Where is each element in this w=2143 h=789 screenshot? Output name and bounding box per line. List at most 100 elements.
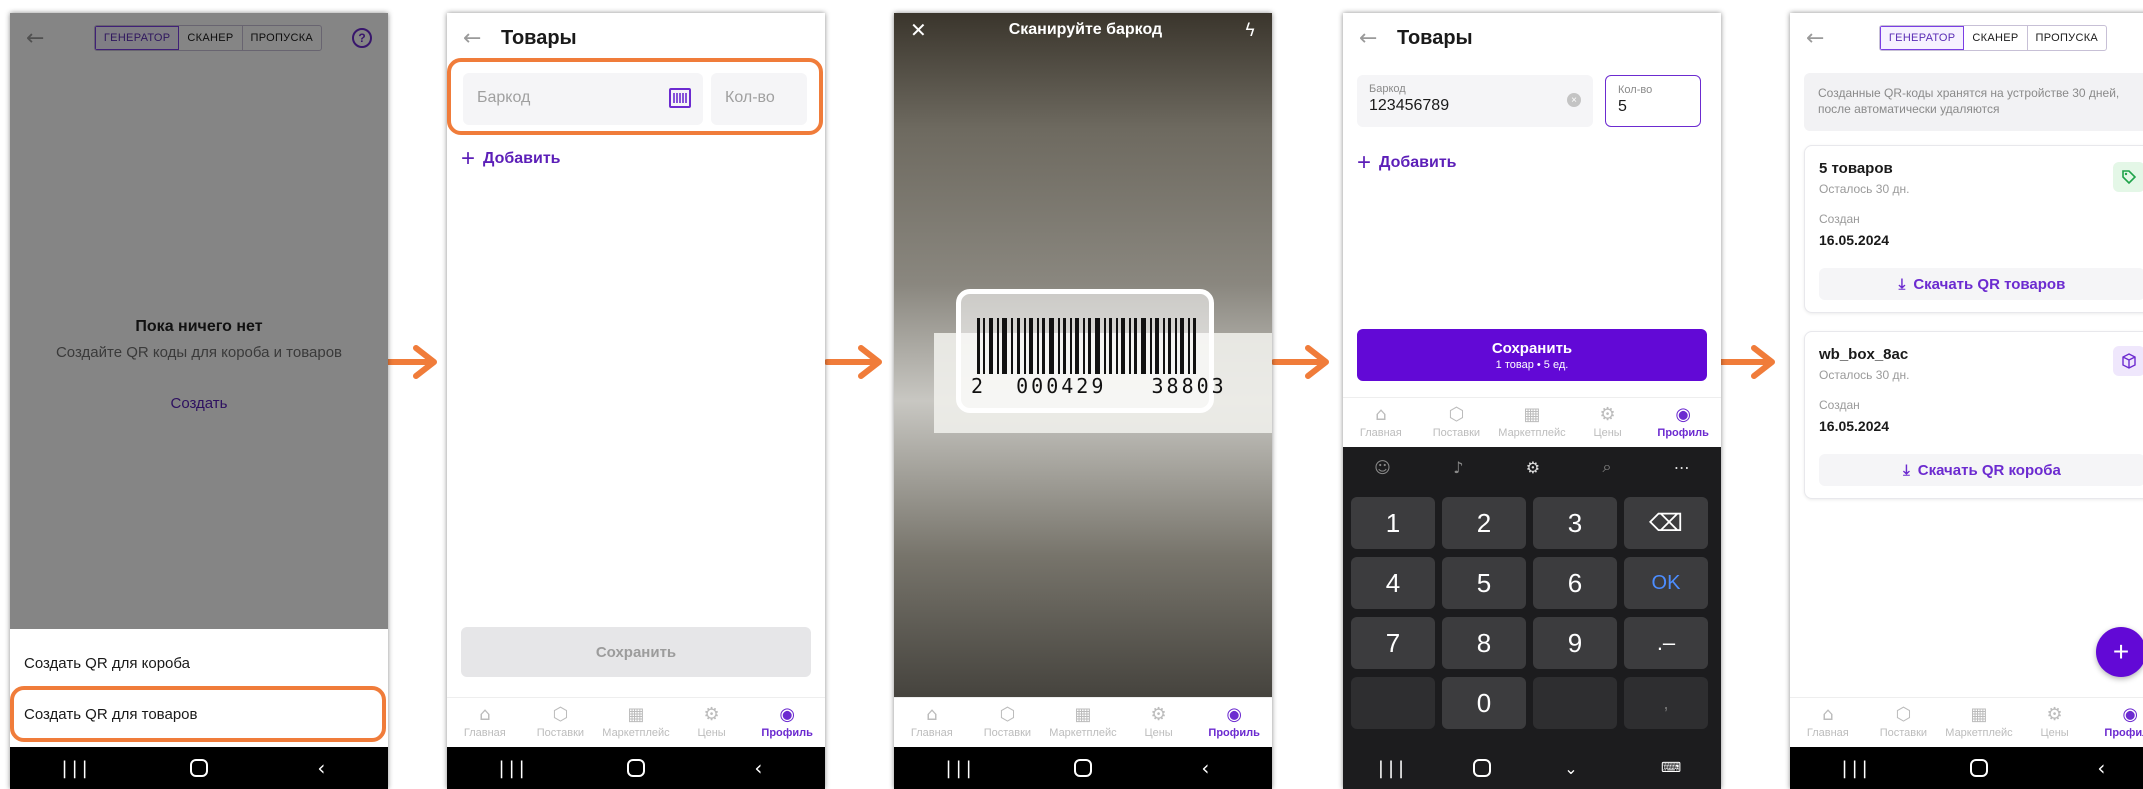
tab-home-label: Главная (910, 727, 953, 739)
system-back-icon[interactable]: ‹ (301, 756, 341, 780)
mic-icon[interactable]: ♪ (1453, 458, 1463, 477)
tab-passes[interactable]: ПРОПУСКА (2028, 26, 2107, 50)
tab-profile-label: Профиль (1208, 727, 1260, 739)
system-back-icon[interactable]: ‹ (738, 756, 778, 780)
add-label: Добавить (483, 150, 561, 167)
tab-profile[interactable]: ◉ Профиль (752, 706, 822, 740)
home-icon[interactable] (1969, 759, 1988, 777)
tab-home[interactable]: ⌂ Главная (1346, 406, 1416, 440)
more-icon[interactable]: ⋯ (1674, 458, 1690, 477)
tab-prices[interactable]: ⚙ Цены (1124, 706, 1194, 740)
clear-icon[interactable]: × (1567, 93, 1581, 107)
back-arrow-icon[interactable]: ← (1806, 26, 1844, 51)
plus-icon: + (1357, 149, 1372, 176)
system-back-icon[interactable]: ‹ (2081, 756, 2121, 780)
tab-supplies[interactable]: ⬡ Поставки (525, 706, 595, 740)
key-1[interactable]: 1 (1351, 497, 1435, 549)
profile-icon: ◉ (1226, 704, 1243, 725)
tab-prices[interactable]: ⚙ Цены (1573, 406, 1643, 440)
tab-scanner[interactable]: СКАНЕР (1964, 26, 2028, 50)
recent-apps-icon[interactable]: ||| (494, 758, 534, 779)
store-icon: ▦ (627, 704, 645, 725)
settings-icon[interactable]: ⚙ (1526, 458, 1540, 477)
tab-prices[interactable]: ⚙ Цены (2020, 704, 2090, 740)
profile-icon: ◉ (1675, 404, 1692, 425)
store-icon: ▦ (1970, 704, 1988, 725)
tab-profile[interactable]: ◉ Профиль (1199, 704, 1269, 740)
keyboard-icon[interactable]: ⌨ (1651, 760, 1691, 776)
tab-home[interactable]: ⌂ Главная (1793, 706, 1863, 740)
fab-add-button[interactable]: + (2096, 627, 2143, 677)
save-button[interactable]: Сохранить 1 товар • 5 ед. (1357, 329, 1707, 381)
qr-card-box[interactable]: wb_box_8ac Осталось 30 дн. Создан 16.05.… (1804, 331, 2143, 499)
key-dot-minus[interactable]: .– (1624, 617, 1708, 669)
home-icon[interactable] (1473, 759, 1491, 777)
backspace-key[interactable]: ⌫ (1624, 497, 1708, 549)
tab-supplies[interactable]: ⬡ Поставки (1421, 404, 1491, 440)
create-link[interactable]: Создать (10, 395, 388, 412)
tab-home[interactable]: ⌂ Главная (450, 706, 520, 740)
recent-apps-icon[interactable]: ||| (57, 758, 97, 779)
box-icon: ⬡ (1448, 404, 1465, 425)
key-0[interactable]: 0 (1442, 677, 1526, 729)
tab-marketplace[interactable]: ▦ Маркетплейс (1048, 704, 1118, 740)
tab-profile-label: Профиль (2104, 727, 2143, 739)
emoji-icon[interactable]: ☺ (1374, 458, 1391, 477)
tab-generator[interactable]: ГЕНЕРАТОР (1879, 26, 1965, 50)
key-8[interactable]: 8 (1442, 617, 1526, 669)
system-nav-bar: ||| ⌄ ⌨ (1343, 747, 1721, 789)
tab-home[interactable]: ⌂ Главная (897, 704, 967, 740)
sheet-item-box[interactable]: Создать QR для короба (24, 655, 190, 672)
flow-arrow-2 (824, 344, 885, 380)
tab-marketplace-label: Маркетплейс (1498, 427, 1566, 439)
key-9[interactable]: 9 (1533, 617, 1617, 669)
tab-profile[interactable]: ◉ Профиль (1648, 404, 1718, 440)
key-2[interactable]: 2 (1442, 497, 1526, 549)
recent-apps-icon[interactable]: ||| (1837, 758, 1877, 779)
download-box-qr-button[interactable]: ⤓ Скачать QR короба (1819, 454, 2143, 486)
house-icon: ⌂ (926, 704, 938, 725)
key-ok[interactable]: OK (1624, 557, 1708, 609)
key-5[interactable]: 5 (1442, 557, 1526, 609)
key-6[interactable]: 6 (1533, 557, 1617, 609)
key-4[interactable]: 4 (1351, 557, 1435, 609)
system-back-icon[interactable]: ‹ (1185, 756, 1225, 780)
top-bar: ← ГЕНЕРАТОР СКАНЕР ПРОПУСКА ⋮ (1790, 13, 2143, 63)
qty-field[interactable]: Кол-во 5 (1605, 75, 1701, 127)
hide-keyboard-icon[interactable]: ⌄ (1551, 759, 1591, 778)
home-icon[interactable] (1073, 759, 1092, 777)
home-icon[interactable] (189, 759, 208, 777)
flash-off-icon[interactable]: ϟ (1244, 20, 1256, 41)
card-title: wb_box_8ac (1819, 346, 1909, 363)
qr-card-goods[interactable]: 5 товаров Осталось 30 дн. Создан 16.05.2… (1804, 145, 2143, 313)
add-button[interactable]: + Добавить (1357, 149, 1457, 177)
download-goods-qr-button[interactable]: ⤓ Скачать QR товаров (1819, 268, 2143, 300)
bottom-tab-bar: ⌂ Главная ⬡ Поставки ▦ Маркетплейс ⚙ Цены ◉ П… (1343, 397, 1721, 447)
store-icon: ▦ (1074, 704, 1092, 725)
key-comma[interactable]: , (1624, 677, 1708, 729)
add-button[interactable]: + Добавить (461, 145, 561, 173)
recent-apps-icon[interactable]: ||| (941, 758, 981, 779)
key-3[interactable]: 3 (1533, 497, 1617, 549)
back-arrow-icon[interactable]: ← (1359, 26, 1397, 51)
tab-supplies[interactable]: ⬡ Поставки (1868, 706, 1938, 740)
recent-apps-icon[interactable]: ||| (1373, 758, 1413, 779)
tab-profile[interactable]: ◉ Профиль (2095, 706, 2143, 740)
tab-supplies[interactable]: ⬡ Поставки (972, 706, 1042, 740)
qty-label: Кол-во (1618, 84, 1653, 96)
back-arrow-icon[interactable]: ← (463, 26, 501, 51)
key-empty-2[interactable] (1533, 677, 1617, 729)
gear-icon: ⚙ (2046, 704, 2063, 725)
created-date: 16.05.2024 (1819, 418, 1890, 434)
tab-marketplace[interactable]: ▦ Маркетплейс (1497, 406, 1567, 440)
tab-prices[interactable]: ⚙ Цены (677, 706, 747, 740)
key-7[interactable]: 7 (1351, 617, 1435, 669)
key-empty[interactable] (1351, 677, 1435, 729)
tab-marketplace[interactable]: ▦ Маркетплейс (1944, 704, 2014, 740)
tab-marketplace[interactable]: ▦ Маркетплейс (601, 704, 671, 740)
search-icon[interactable]: ⌕ (1602, 457, 1611, 477)
home-icon[interactable] (626, 759, 645, 777)
save-button[interactable]: Сохранить (461, 627, 811, 677)
barcode-field[interactable]: Баркод 123456789 × (1357, 75, 1593, 127)
close-icon[interactable]: ✕ (910, 18, 927, 42)
